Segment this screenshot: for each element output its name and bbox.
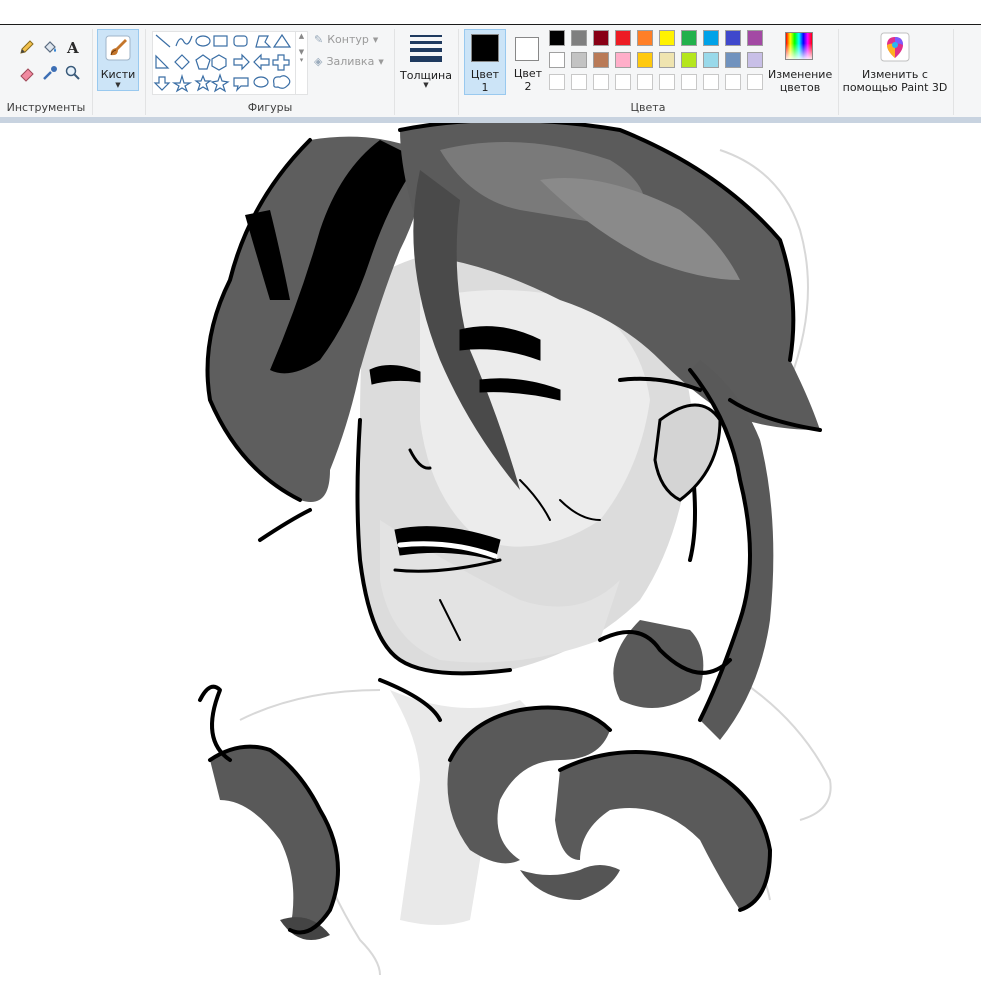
palette-swatch[interactable] — [681, 52, 697, 68]
palette-custom-slot[interactable] — [593, 74, 609, 90]
palette-swatch[interactable] — [593, 52, 609, 68]
shapes-grid[interactable] — [153, 32, 295, 94]
palette-custom-slot[interactable] — [615, 74, 631, 90]
drawing-artwork — [198, 118, 832, 976]
color1-label-line2: 1 — [481, 81, 489, 94]
palette-custom-slot[interactable] — [571, 74, 587, 90]
palette-swatch[interactable] — [571, 52, 587, 68]
paint3d-icon — [880, 32, 910, 62]
separator — [838, 29, 839, 115]
palette-swatch[interactable] — [747, 52, 763, 68]
palette-swatch[interactable] — [615, 30, 631, 46]
color1-button[interactable]: Цвет 1 — [464, 29, 506, 95]
palette-custom-slot[interactable] — [549, 74, 565, 90]
eraser-icon[interactable] — [17, 63, 37, 83]
palette-swatch[interactable] — [725, 30, 741, 46]
separator — [394, 29, 395, 115]
palette-custom-slot[interactable] — [725, 74, 741, 90]
palette-swatch[interactable] — [681, 30, 697, 46]
drawing-canvas[interactable] — [0, 118, 981, 981]
shapes-group-label: Фигуры — [247, 101, 293, 114]
palette-swatch[interactable] — [747, 30, 763, 46]
palette-custom-slot[interactable] — [681, 74, 697, 90]
palette-swatch[interactable] — [571, 30, 587, 46]
shapes-scroll[interactable]: ▲ ▼ ▾ — [295, 31, 308, 95]
fill-label: Заливка — [326, 55, 375, 68]
tools-group-label: Инструменты — [6, 101, 86, 114]
paint3d-button[interactable]: Изменить с помощью Paint 3D — [842, 29, 948, 97]
paint3d-line2: помощью Paint 3D — [842, 81, 948, 94]
color2-label-line2: 2 — [524, 80, 532, 93]
svg-text:A: A — [66, 39, 79, 56]
edit-colors-line1: Изменение — [768, 68, 833, 81]
chevron-down-icon: ▼ — [372, 35, 379, 44]
palette-swatch[interactable] — [703, 30, 719, 46]
separator — [458, 29, 459, 115]
palette-custom-slot[interactable] — [747, 74, 763, 90]
thickness-button[interactable]: Толщина ▼ — [398, 29, 454, 91]
color2-label-line1: Цвет — [513, 67, 543, 80]
fill-icon: ◈ — [314, 55, 323, 68]
outline-dropdown[interactable]: ✎ Контур ▼ — [314, 33, 378, 46]
outline-label: Контур — [327, 33, 369, 46]
tools-group: A Инструменты — [0, 25, 92, 117]
palette-swatch[interactable] — [637, 30, 653, 46]
magnifier-icon[interactable] — [63, 63, 83, 83]
chevron-down-icon: ▼ — [378, 57, 384, 66]
chevron-down-icon: ▼ — [115, 81, 121, 89]
edit-colors-icon — [785, 32, 813, 60]
paint3d-line1: Изменить с — [862, 68, 928, 81]
ribbon: A Инструменты Кисти ▼ ▲ ▼ ▾ ✎ Контур ▼ ◈… — [0, 25, 981, 118]
text-icon[interactable]: A — [63, 37, 83, 57]
palette-swatch[interactable] — [549, 30, 565, 46]
outline-icon: ✎ — [314, 33, 324, 46]
brushes-button[interactable]: Кисти ▼ — [97, 29, 139, 91]
palette-swatch[interactable] — [615, 52, 631, 68]
brush-icon — [103, 33, 133, 63]
color1-swatch — [471, 34, 499, 62]
palette-swatch[interactable] — [703, 52, 719, 68]
fill-dropdown[interactable]: ◈ Заливка ▼ — [314, 55, 384, 68]
chevron-down-icon: ▼ — [423, 81, 429, 89]
color-picker-icon[interactable] — [40, 63, 60, 83]
thickness-icon — [410, 35, 442, 62]
palette-swatch[interactable] — [637, 52, 653, 68]
color-palette — [549, 30, 771, 96]
separator — [953, 29, 954, 115]
shapes-gallery — [152, 31, 296, 95]
color2-swatch — [515, 37, 539, 61]
palette-swatch[interactable] — [725, 52, 741, 68]
palette-custom-slot[interactable] — [659, 74, 675, 90]
palette-custom-slot[interactable] — [703, 74, 719, 90]
color1-label-line1: Цвет — [470, 68, 500, 81]
fill-bucket-icon[interactable] — [40, 37, 60, 57]
edit-colors-line2: цветов — [779, 81, 821, 94]
palette-swatch[interactable] — [593, 30, 609, 46]
pencil-icon[interactable] — [17, 37, 37, 57]
edit-colors-button[interactable]: Изменение цветов — [768, 29, 832, 97]
separator — [92, 29, 93, 115]
palette-custom-slot[interactable] — [637, 74, 653, 90]
separator — [145, 29, 146, 115]
title-bar-area — [0, 0, 981, 25]
palette-swatch[interactable] — [659, 52, 675, 68]
palette-swatch[interactable] — [659, 30, 675, 46]
color2-button[interactable]: Цвет 2 — [509, 29, 547, 95]
palette-swatch[interactable] — [549, 52, 565, 68]
colors-group-label: Цвета — [630, 101, 666, 114]
brushes-label: Кисти — [100, 68, 136, 81]
